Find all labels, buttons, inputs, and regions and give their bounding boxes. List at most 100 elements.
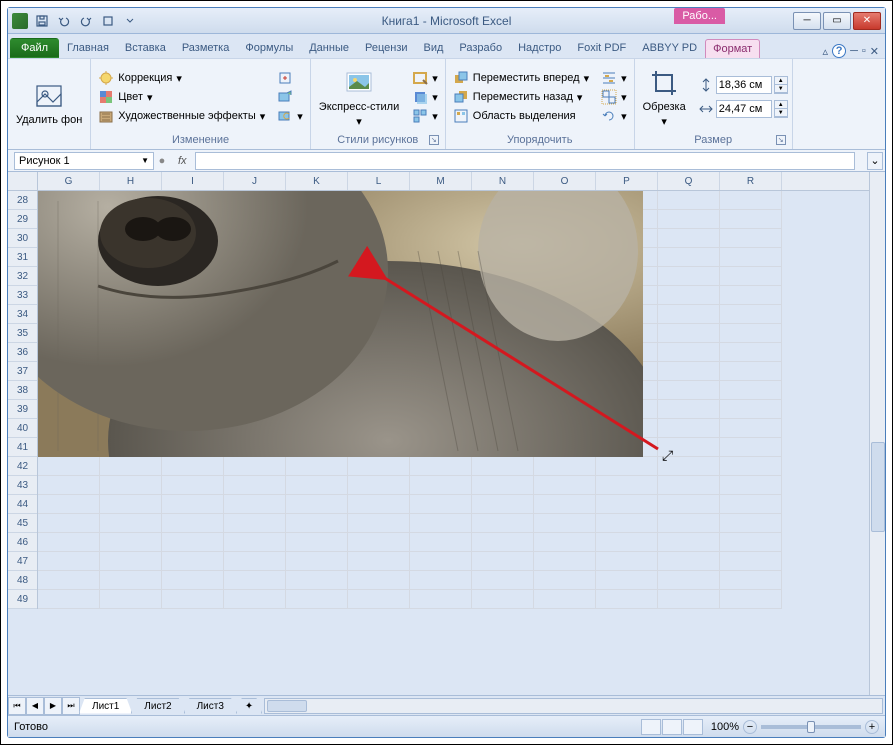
cell[interactable] <box>596 590 658 609</box>
doc-close-icon[interactable]: ✕ <box>870 45 879 58</box>
save-button[interactable] <box>32 11 52 31</box>
picture-border-button[interactable]: ▾ <box>409 69 441 87</box>
row-header[interactable]: 33 <box>8 286 37 305</box>
zoom-in-button[interactable]: + <box>865 720 879 734</box>
align-button[interactable]: ▾ <box>598 69 630 87</box>
formula-bar[interactable] <box>195 152 855 170</box>
cell[interactable] <box>100 514 162 533</box>
zoom-out-button[interactable]: − <box>743 720 757 734</box>
formula-bar-expand[interactable]: ⌄ <box>867 152 883 170</box>
color-button[interactable]: Цвет ▾ <box>95 88 268 106</box>
cell[interactable] <box>534 495 596 514</box>
cell[interactable] <box>224 571 286 590</box>
cell[interactable] <box>38 571 100 590</box>
cell[interactable] <box>162 514 224 533</box>
cell[interactable] <box>100 476 162 495</box>
reset-picture-button[interactable]: ▾ <box>274 107 306 125</box>
select-all-corner[interactable] <box>8 172 38 191</box>
row-header[interactable]: 32 <box>8 267 37 286</box>
cell[interactable] <box>410 571 472 590</box>
change-picture-button[interactable] <box>274 88 306 106</box>
cell[interactable] <box>100 552 162 571</box>
cell[interactable] <box>100 495 162 514</box>
cell[interactable] <box>286 571 348 590</box>
cell[interactable] <box>348 514 410 533</box>
cell[interactable] <box>100 457 162 476</box>
row-header[interactable]: 38 <box>8 381 37 400</box>
cell[interactable] <box>658 305 720 324</box>
cell[interactable] <box>410 495 472 514</box>
cell[interactable] <box>658 571 720 590</box>
cell[interactable] <box>534 590 596 609</box>
cell[interactable] <box>658 324 720 343</box>
cell[interactable] <box>410 533 472 552</box>
cell[interactable] <box>224 457 286 476</box>
cell[interactable] <box>658 495 720 514</box>
sheet-tab-1[interactable]: Лист1 <box>79 698 132 714</box>
cell[interactable] <box>658 343 720 362</box>
row-header[interactable]: 42 <box>8 457 37 476</box>
row-header[interactable]: 31 <box>8 248 37 267</box>
zoom-level[interactable]: 100% <box>711 721 739 733</box>
cell[interactable] <box>348 571 410 590</box>
picture-layout-button[interactable]: ▾ <box>409 107 441 125</box>
cell[interactable] <box>162 476 224 495</box>
tab-addins[interactable]: Надстро <box>510 38 569 58</box>
cell[interactable] <box>720 286 782 305</box>
tab-data[interactable]: Данные <box>301 38 357 58</box>
bring-forward-button[interactable]: Переместить вперед ▾ <box>450 69 592 87</box>
row-header[interactable]: 36 <box>8 343 37 362</box>
cell[interactable] <box>658 552 720 571</box>
tab-developer[interactable]: Разрабо <box>451 38 510 58</box>
cell[interactable] <box>286 533 348 552</box>
cell[interactable] <box>596 514 658 533</box>
maximize-button[interactable]: ▭ <box>823 12 851 30</box>
fx-icon[interactable]: fx <box>178 155 187 167</box>
cell[interactable] <box>720 590 782 609</box>
cell[interactable] <box>534 514 596 533</box>
col-header[interactable]: M <box>410 172 472 190</box>
cell[interactable] <box>348 552 410 571</box>
tab-insert[interactable]: Вставка <box>117 38 174 58</box>
cell[interactable] <box>720 381 782 400</box>
cell[interactable] <box>658 267 720 286</box>
cell[interactable] <box>224 495 286 514</box>
cell[interactable] <box>720 533 782 552</box>
vertical-scrollbar[interactable] <box>869 172 885 695</box>
cell[interactable] <box>472 571 534 590</box>
picture-effects-button[interactable]: ▾ <box>409 88 441 106</box>
cell[interactable] <box>658 210 720 229</box>
cell[interactable] <box>472 457 534 476</box>
cell[interactable] <box>286 457 348 476</box>
cell[interactable] <box>720 248 782 267</box>
tab-nav-prev[interactable]: ◀ <box>26 697 44 715</box>
cell[interactable] <box>286 476 348 495</box>
group-button[interactable]: ▾ <box>598 88 630 106</box>
cell[interactable] <box>38 590 100 609</box>
cell[interactable] <box>720 438 782 457</box>
row-header[interactable]: 29 <box>8 210 37 229</box>
cell[interactable] <box>720 495 782 514</box>
cell[interactable] <box>348 533 410 552</box>
row-header[interactable]: 40 <box>8 419 37 438</box>
view-normal-button[interactable] <box>641 719 661 735</box>
cell[interactable] <box>472 552 534 571</box>
cell[interactable] <box>472 590 534 609</box>
cell[interactable] <box>38 514 100 533</box>
height-spinner[interactable]: ▲▼ <box>774 76 788 94</box>
horizontal-scrollbar[interactable] <box>264 698 883 714</box>
cell[interactable] <box>658 533 720 552</box>
row-header[interactable]: 43 <box>8 476 37 495</box>
cell[interactable] <box>162 552 224 571</box>
cell[interactable] <box>658 381 720 400</box>
help-icon[interactable]: ? <box>832 44 846 58</box>
artistic-effects-button[interactable]: Художественные эффекты ▾ <box>95 107 268 125</box>
cell[interactable] <box>658 590 720 609</box>
cell[interactable] <box>596 457 658 476</box>
corrections-button[interactable]: Коррекция ▾ <box>95 69 268 87</box>
doc-minimize-icon[interactable]: ─ <box>850 45 858 57</box>
width-input[interactable] <box>716 100 772 118</box>
row-header[interactable]: 30 <box>8 229 37 248</box>
row-header[interactable]: 28 <box>8 191 37 210</box>
rotate-button[interactable]: ▾ <box>598 107 630 125</box>
